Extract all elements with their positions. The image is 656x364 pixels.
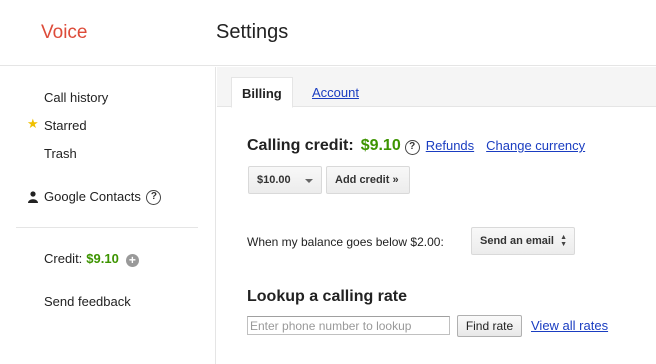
plus-circle-icon[interactable]: + bbox=[125, 254, 139, 267]
chevron-down-icon bbox=[305, 179, 313, 183]
calling-credit-label: Calling credit: bbox=[247, 137, 354, 154]
add-credit-button[interactable]: Add credit » bbox=[326, 166, 410, 194]
sidebar-credit: Credit: $9.10 + bbox=[44, 251, 139, 267]
sidebar: Call history ★ Starred Trash Google Cont… bbox=[0, 67, 216, 364]
credit-amount-select[interactable]: $10.00 bbox=[248, 166, 322, 194]
main-content: Billing Account Calling credit: $9.10? Ref… bbox=[217, 67, 656, 364]
phone-lookup-input[interactable] bbox=[247, 316, 450, 335]
calling-credit-value: $9.10 bbox=[360, 137, 401, 154]
sidebar-divider bbox=[16, 227, 198, 228]
view-all-rates-link[interactable]: View all rates bbox=[531, 318, 608, 333]
tab-account[interactable]: Account bbox=[302, 77, 369, 108]
tab-billing[interactable]: Billing bbox=[231, 77, 293, 108]
up-down-icon: ▲ ▼ bbox=[560, 234, 567, 248]
person-icon bbox=[28, 191, 38, 203]
balance-threshold-label: When my balance goes below $2.00: bbox=[247, 235, 444, 249]
help-icon[interactable]: ? bbox=[146, 190, 162, 206]
page-title: Settings bbox=[216, 21, 289, 43]
star-icon: ★ bbox=[27, 116, 39, 131]
google-contacts-label: Google Contacts bbox=[44, 189, 141, 204]
help-icon[interactable]: ? bbox=[404, 140, 420, 155]
balance-alert-selected: Send an email bbox=[480, 235, 554, 247]
header: Voice Settings bbox=[0, 0, 656, 66]
find-rate-button[interactable]: Find rate bbox=[457, 315, 522, 337]
sidebar-item-call-history[interactable]: Call history bbox=[44, 90, 108, 105]
credit-amount-selected: $10.00 bbox=[257, 174, 291, 186]
tab-bar: Billing Account bbox=[217, 67, 656, 108]
credit-label: Credit: bbox=[44, 251, 83, 266]
balance-alert-select[interactable]: Send an email ▲ ▼ bbox=[471, 227, 575, 255]
sidebar-item-trash[interactable]: Trash bbox=[44, 146, 77, 161]
sidebar-item-google-contacts[interactable]: Google Contacts ? bbox=[44, 189, 162, 206]
sidebar-item-starred[interactable]: Starred bbox=[44, 118, 87, 133]
refunds-link[interactable]: Refunds bbox=[426, 138, 474, 153]
voice-logo[interactable]: Voice bbox=[41, 22, 87, 44]
change-currency-link[interactable]: Change currency bbox=[486, 138, 585, 153]
send-feedback-link[interactable]: Send feedback bbox=[44, 294, 131, 309]
credit-amount: $9.10 bbox=[86, 251, 119, 266]
lookup-rate-heading: Lookup a calling rate bbox=[247, 288, 408, 305]
calling-credit-heading: Calling credit: $9.10? Refunds Change curre… bbox=[247, 137, 585, 155]
